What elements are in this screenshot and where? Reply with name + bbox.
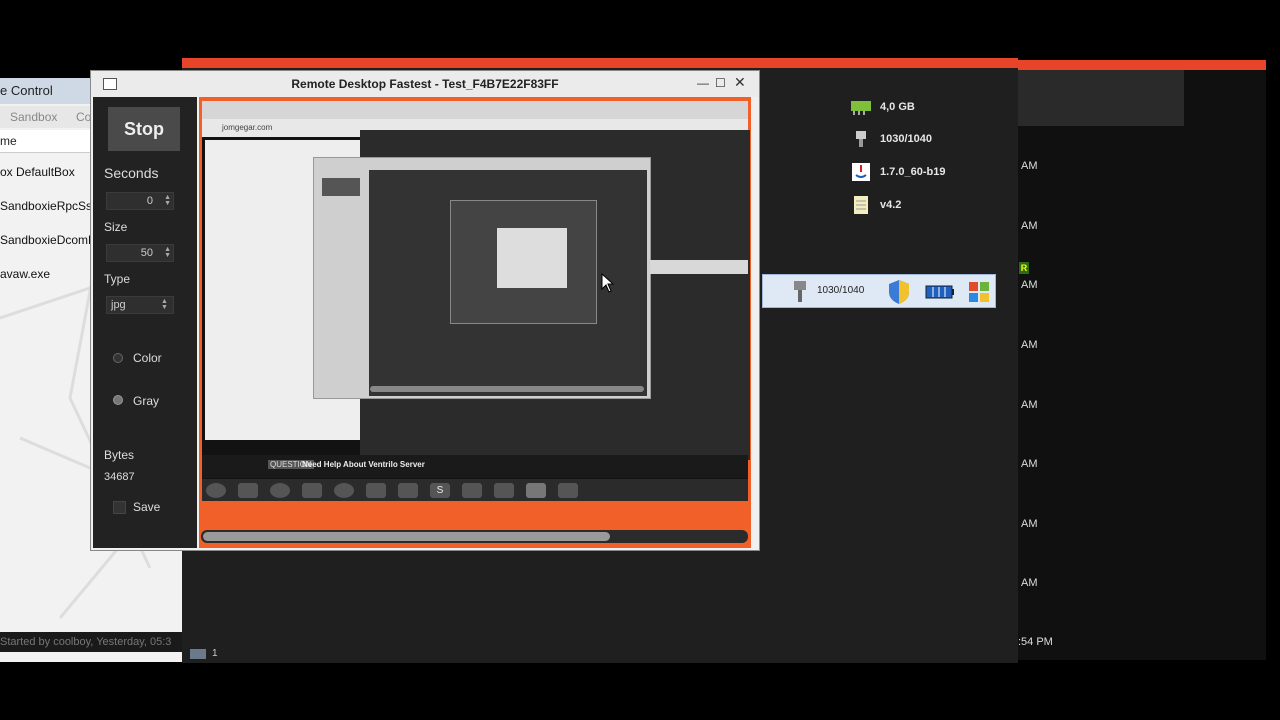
lightning-icon xyxy=(334,483,354,498)
forum-title: Need Help About Ventrilo Server xyxy=(302,460,425,469)
network-icon xyxy=(494,483,514,498)
window-icon xyxy=(558,483,578,498)
inner-stop-button xyxy=(322,178,360,196)
memory-icon xyxy=(851,101,871,115)
window-title: Remote Desktop Fastest - Test_F4B7E22F83… xyxy=(291,77,559,91)
eye-icon xyxy=(462,483,482,498)
counter-value: 1 xyxy=(212,648,218,659)
tree-item-javaw[interactable]: avaw.exe xyxy=(0,267,50,281)
battery-icon[interactable] xyxy=(925,285,955,299)
alien-icon xyxy=(526,483,546,498)
windows-logo-icon[interactable] xyxy=(967,280,991,304)
time-label-last: :54 PM xyxy=(1018,636,1053,648)
time-label: AM xyxy=(1021,458,1038,470)
java-icon xyxy=(852,163,870,181)
bytes-label: Bytes xyxy=(104,448,135,462)
shield-icon[interactable] xyxy=(887,279,911,305)
inner-browser-tabs xyxy=(202,101,748,119)
time-label: AM xyxy=(1021,577,1038,589)
gray-label: Gray xyxy=(133,394,160,408)
menu-sandbox[interactable]: Sandbox xyxy=(10,110,57,124)
time-label: AM xyxy=(1021,279,1038,291)
background-app-accent-bar xyxy=(182,58,1018,68)
spin-arrows-icon[interactable]: ▲ ▼ xyxy=(161,246,171,259)
chevron-down-icon[interactable]: ▲ ▼ xyxy=(161,298,171,311)
memory-value: 4,0 GB xyxy=(880,101,915,113)
close-button[interactable]: ✕ xyxy=(734,74,746,91)
inner-highlight xyxy=(650,260,748,274)
tree-item-rpcss[interactable]: SandboxieRpcSs. xyxy=(0,199,95,213)
monitor-icon xyxy=(190,649,206,659)
seconds-label: Seconds xyxy=(104,165,159,181)
type-select[interactable]: jpg ▲ ▼ xyxy=(106,296,174,314)
display-value: 1030/1040 xyxy=(880,133,932,145)
system-info-panel: 4,0 GB 1030/1040 1.7.0_60-b19 v4.2 xyxy=(838,86,998,226)
seconds-value: 0 xyxy=(146,195,153,207)
bottom-counter: 1 xyxy=(190,646,250,662)
version-value: v4.2 xyxy=(880,199,902,211)
save-checkbox[interactable] xyxy=(113,501,126,514)
bytes-value: 34687 xyxy=(104,471,135,483)
sandboxie-footer: Started by coolboy, Yesterday, 05:3 xyxy=(0,632,182,652)
type-value: jpg xyxy=(111,299,126,311)
right-background-window xyxy=(1018,60,1266,660)
inner-progress xyxy=(370,386,644,392)
inner-forum-row: QUESTION Need Help About Ventrilo Server xyxy=(202,455,748,478)
time-label: AM xyxy=(1021,160,1038,172)
inner-remote-window-3 xyxy=(497,228,567,288)
folder-icon xyxy=(238,483,258,498)
display-connector-icon xyxy=(856,131,866,147)
capture-progress-fill xyxy=(203,532,610,541)
status-display-value: 1030/1040 xyxy=(817,285,865,296)
color-radio[interactable] xyxy=(113,353,123,363)
right-window-accent-bar xyxy=(1018,60,1266,70)
status-badge: R xyxy=(1019,262,1029,274)
gear-icon xyxy=(302,483,322,498)
size-value: 50 xyxy=(140,247,153,259)
minimize-button[interactable]: — xyxy=(697,76,709,90)
tree-item-dcomlaunch[interactable]: SandboxieDcomL xyxy=(0,233,95,247)
connector-icon xyxy=(794,281,806,302)
time-label: AM xyxy=(1021,518,1038,530)
spin-arrows-icon[interactable]: ▲ ▼ xyxy=(161,194,171,207)
stop-button[interactable]: Stop xyxy=(108,107,180,151)
size-label: Size xyxy=(104,220,128,234)
java-version: 1.7.0_60-b19 xyxy=(880,166,946,178)
shield-icon xyxy=(398,483,418,498)
tool-icon xyxy=(366,483,386,498)
tree-item-defaultbox[interactable]: ox DefaultBox xyxy=(0,165,75,179)
size-stepper[interactable]: 50 ▲ ▼ xyxy=(106,244,174,262)
skype-icon: S xyxy=(430,483,450,498)
right-window-header xyxy=(1018,70,1184,126)
seconds-stepper[interactable]: 0 ▲ ▼ xyxy=(106,192,174,210)
firefox-icon xyxy=(270,483,290,498)
document-icon xyxy=(854,196,868,214)
type-label: Type xyxy=(104,272,131,286)
mouse-cursor-icon xyxy=(601,273,615,293)
time-label: AM xyxy=(1021,399,1038,411)
gray-radio[interactable] xyxy=(113,395,123,405)
color-label: Color xyxy=(133,351,162,365)
time-label: AM xyxy=(1021,220,1038,232)
save-label: Save xyxy=(133,500,161,514)
status-bar: 1030/1040 xyxy=(762,274,996,308)
start-orb-icon xyxy=(206,483,226,498)
maximize-button[interactable]: ☐ xyxy=(715,76,726,90)
inner-url: jomgegar.com xyxy=(222,123,273,132)
time-label: AM xyxy=(1021,339,1038,351)
